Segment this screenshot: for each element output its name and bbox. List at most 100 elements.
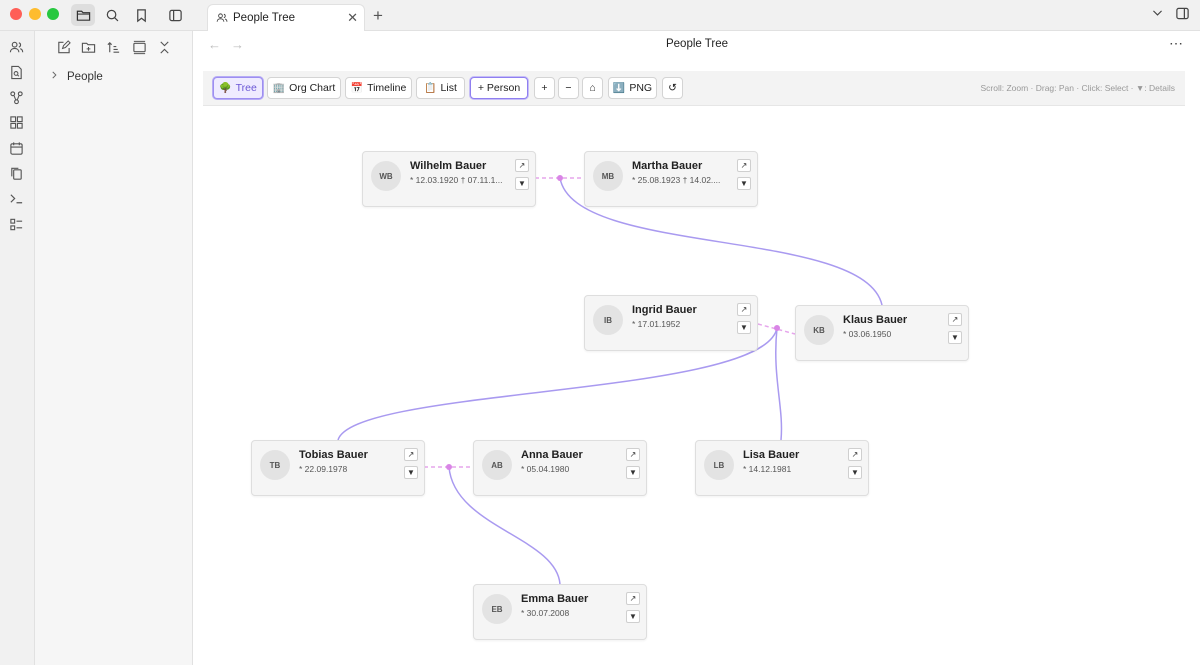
folder-people[interactable]: People	[49, 70, 103, 83]
avatar: WB	[371, 161, 401, 191]
details-menu-icon[interactable]: ▼	[848, 466, 862, 479]
open-note-icon[interactable]: ↗	[948, 313, 962, 326]
avatar: IB	[593, 305, 623, 335]
list-button[interactable]: 📋 List	[416, 77, 465, 99]
open-note-icon[interactable]: ↗	[626, 592, 640, 605]
tab-list-chevron-down-icon[interactable]	[1151, 6, 1164, 22]
new-tab-button[interactable]: +	[373, 6, 383, 26]
tree-view-button[interactable]: 🌳 Tree	[213, 77, 263, 99]
person-dates: * 14.12.1981	[743, 464, 792, 474]
people-icon[interactable]	[9, 40, 24, 55]
details-menu-icon[interactable]: ▼	[515, 177, 529, 190]
person-name: Emma Bauer	[521, 593, 589, 605]
more-options-icon[interactable]: ⋯	[1169, 35, 1184, 52]
person-name: Tobias Bauer	[299, 449, 368, 461]
child-line-lb	[775, 327, 783, 441]
person-name: Wilhelm Bauer	[410, 160, 487, 172]
main-view: ← → People Tree ⋯ 🌳 Tree 🏢 Org Chart 📅 T…	[194, 31, 1200, 665]
person-dates: * 03.06.1950	[843, 329, 892, 339]
add-person-button[interactable]: + Person	[470, 77, 528, 99]
person-card-eb[interactable]: EB Emma Bauer * 30.07.2008 ↗ ▼	[473, 584, 647, 640]
open-note-icon[interactable]: ↗	[626, 448, 640, 461]
tree-icon: 🌳	[219, 82, 232, 94]
open-note-icon[interactable]: ↗	[404, 448, 418, 461]
org-chart-button[interactable]: 🏢 Org Chart	[267, 77, 341, 99]
collapse-panel-icon[interactable]	[132, 40, 147, 55]
view-title: People Tree	[665, 38, 728, 50]
avatar: EB	[482, 594, 512, 624]
window-close-button[interactable]	[10, 8, 22, 20]
person-name: Ingrid Bauer	[632, 304, 697, 316]
person-name: Anna Bauer	[521, 449, 583, 461]
title-bar: People Tree ✕ +	[0, 0, 1200, 31]
tab-title: People Tree	[233, 12, 296, 24]
window-zoom-button[interactable]	[47, 8, 59, 20]
person-card-tb[interactable]: TB Tobias Bauer * 22.09.1978 ↗ ▼	[251, 440, 425, 496]
open-note-icon[interactable]: ↗	[515, 159, 529, 172]
interaction-hint: Scroll: Zoom · Drag: Pan · Click: Select…	[980, 83, 1175, 93]
person-dates: * 12.03.1920 † 07.11.1...	[410, 175, 503, 185]
copy-pages-icon[interactable]	[9, 166, 24, 181]
new-note-icon[interactable]	[56, 40, 71, 55]
person-card-ab[interactable]: AB Anna Bauer * 05.04.1980 ↗ ▼	[473, 440, 647, 496]
terminal-icon[interactable]	[9, 191, 24, 206]
list-view-icon[interactable]	[9, 217, 24, 232]
tab-people-tree[interactable]: People Tree ✕	[207, 4, 365, 31]
tree-canvas[interactable]: WB Wilhelm Bauer * 12.03.1920 † 07.11.1.…	[194, 107, 1200, 665]
details-menu-icon[interactable]: ▼	[737, 177, 751, 190]
home-button[interactable]: ⌂	[582, 77, 603, 99]
open-note-icon[interactable]: ↗	[737, 159, 751, 172]
person-card-ib[interactable]: IB Ingrid Bauer * 17.01.1952 ↗ ▼	[584, 295, 758, 351]
folder-icon	[76, 10, 90, 21]
person-name: Klaus Bauer	[843, 314, 908, 326]
toggle-sidebar-button[interactable]	[163, 4, 187, 26]
sidebar-icon	[168, 9, 182, 21]
person-dates: * 30.07.2008	[521, 608, 570, 618]
person-dates: * 05.04.1980	[521, 464, 570, 474]
graph-view-icon[interactable]	[9, 90, 24, 105]
calendar-icon[interactable]	[9, 141, 24, 156]
reset-button[interactable]: ↺	[662, 77, 683, 99]
file-search-icon[interactable]	[9, 65, 24, 80]
details-menu-icon[interactable]: ▼	[404, 466, 418, 479]
avatar: AB	[482, 450, 512, 480]
person-dates: * 25.08.1923 † 14.02....	[632, 175, 721, 185]
zoom-in-button[interactable]: +	[534, 77, 555, 99]
details-menu-icon[interactable]: ▼	[626, 610, 640, 623]
junction-dot	[446, 464, 452, 470]
close-icon[interactable]: ✕	[347, 10, 358, 26]
list-icon: 📋	[424, 82, 437, 94]
person-name: Lisa Bauer	[743, 449, 800, 461]
person-dates: * 22.09.1978	[299, 464, 348, 474]
avatar: TB	[260, 450, 290, 480]
person-dates: * 17.01.1952	[632, 319, 681, 329]
timeline-button[interactable]: 📅 Timeline	[345, 77, 412, 99]
person-card-wb[interactable]: WB Wilhelm Bauer * 12.03.1920 † 07.11.1.…	[362, 151, 536, 207]
search-icon	[106, 9, 118, 21]
window-minimize-button[interactable]	[29, 8, 41, 20]
collapse-all-icon[interactable]	[157, 40, 172, 55]
zoom-out-button[interactable]: −	[558, 77, 579, 99]
person-card-lb[interactable]: LB Lisa Bauer * 14.12.1981 ↗ ▼	[695, 440, 869, 496]
export-png-button[interactable]: ⬇️ PNG	[608, 77, 657, 99]
right-sidebar-toggle-icon[interactable]	[1175, 6, 1190, 24]
file-explorer-toggle[interactable]	[71, 4, 95, 26]
details-menu-icon[interactable]: ▼	[737, 321, 751, 334]
sort-icon[interactable]	[106, 40, 121, 55]
details-menu-icon[interactable]: ▼	[948, 331, 962, 344]
search-button[interactable]	[100, 4, 124, 26]
left-ribbon	[0, 31, 35, 665]
avatar: MB	[593, 161, 623, 191]
open-note-icon[interactable]: ↗	[848, 448, 862, 461]
bookmarks-button[interactable]	[129, 4, 153, 26]
person-card-kb[interactable]: KB Klaus Bauer * 03.06.1950 ↗ ▼	[795, 305, 969, 361]
new-folder-icon[interactable]	[81, 40, 96, 55]
dashboard-grid-icon[interactable]	[9, 115, 24, 130]
file-explorer: People	[35, 31, 193, 665]
folder-label: People	[67, 70, 103, 83]
details-menu-icon[interactable]: ▼	[626, 466, 640, 479]
person-name: Martha Bauer	[632, 160, 703, 172]
person-card-mb[interactable]: MB Martha Bauer * 25.08.1923 † 14.02....…	[584, 151, 758, 207]
junction-dot	[774, 325, 780, 331]
open-note-icon[interactable]: ↗	[737, 303, 751, 316]
